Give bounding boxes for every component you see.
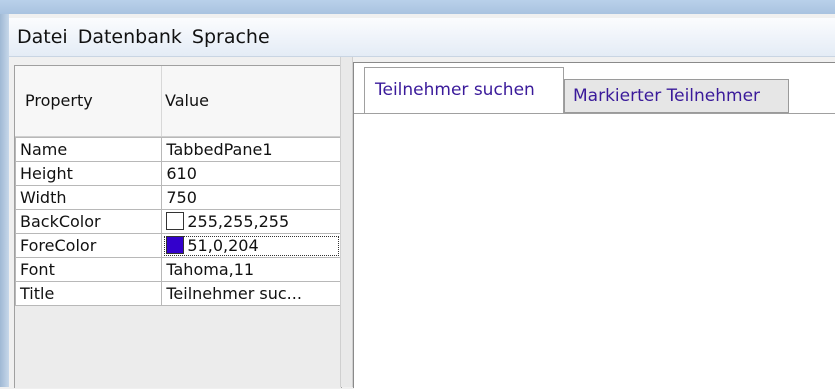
color-value-text: 51,0,204 [187, 236, 259, 255]
color-value-text: 255,255,255 [187, 212, 290, 231]
property-row-title[interactable]: Title Teilnehmer suc... [14, 281, 341, 306]
property-key: Height [14, 161, 163, 186]
color-swatch-forecolor[interactable] [166, 236, 185, 254]
property-value-color[interactable]: 51,0,204 [161, 233, 341, 258]
tab-content-area [354, 113, 835, 389]
property-row-forecolor[interactable]: ForeColor 51,0,204 [14, 233, 341, 258]
property-key: ForeColor [14, 233, 163, 258]
property-grid-header: Property Value [15, 66, 341, 137]
property-value[interactable]: TabbedPane1 [161, 137, 341, 162]
tab-teilnehmer-suchen[interactable]: Teilnehmer suchen [364, 67, 564, 113]
property-value[interactable]: Tahoma,11 [161, 257, 341, 282]
column-divider[interactable] [161, 66, 162, 136]
property-key: Title [14, 281, 163, 306]
property-value[interactable]: Teilnehmer suc... [161, 281, 341, 306]
property-table: Name TabbedPane1 Height 610 Width 750 Ba… [14, 137, 341, 306]
window-left-edge [0, 14, 9, 387]
menu-datenbank[interactable]: Datenbank [73, 18, 187, 56]
property-row-height[interactable]: Height 610 [14, 161, 341, 186]
window-title-strip [0, 0, 835, 14]
column-header-property[interactable]: Property [25, 66, 93, 136]
property-key: Font [14, 257, 163, 282]
menu-sprache[interactable]: Sprache [187, 18, 275, 56]
property-value[interactable]: 610 [161, 161, 341, 186]
property-row-font[interactable]: Font Tahoma,11 [14, 257, 341, 282]
property-row-name[interactable]: Name TabbedPane1 [14, 137, 341, 162]
menu-datei[interactable]: Datei [9, 18, 73, 56]
property-grid: Property Value Name TabbedPane1 Height 6… [14, 65, 342, 388]
color-swatch-backcolor[interactable] [166, 212, 185, 230]
panel-splitter[interactable] [340, 57, 353, 387]
property-key: Name [14, 137, 163, 162]
property-value[interactable]: 750 [161, 185, 341, 210]
property-key: Width [14, 185, 163, 210]
property-row-width[interactable]: Width 750 [14, 185, 341, 210]
tab-markierter-teilnehmer[interactable]: Markierter Teilnehmer [564, 79, 789, 113]
tabbed-pane: Markierter Teilnehmer Teilnehmer suchen [353, 62, 835, 389]
menu-bar: Datei Datenbank Sprache [9, 18, 835, 57]
property-row-backcolor[interactable]: BackColor 255,255,255 [14, 209, 341, 234]
tab-strip: Markierter Teilnehmer Teilnehmer suchen [354, 63, 835, 113]
property-key: BackColor [14, 209, 163, 234]
property-value-color[interactable]: 255,255,255 [161, 209, 341, 234]
column-header-value[interactable]: Value [165, 66, 209, 136]
